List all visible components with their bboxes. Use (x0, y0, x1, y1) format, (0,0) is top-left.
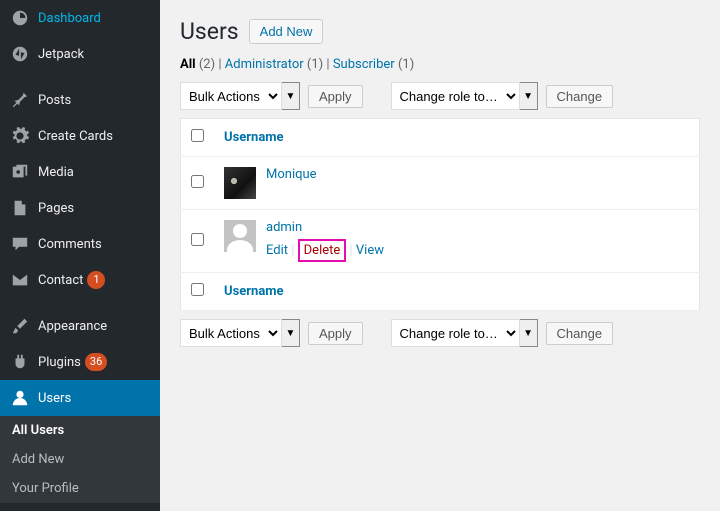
change-role-select[interactable]: Change role to… (391, 319, 520, 347)
chevron-down-icon: ▼ (520, 319, 538, 347)
edit-link[interactable]: Edit (266, 243, 288, 258)
row-actions: Edit | Delete | View (266, 239, 384, 262)
sidebar-item-contact[interactable]: Contact 1 (0, 262, 160, 298)
change-button[interactable]: Change (546, 85, 614, 108)
sidebar-label: Plugins (38, 355, 81, 370)
jetpack-icon (10, 44, 30, 64)
delete-link[interactable]: Delete (298, 239, 347, 262)
sidebar-label: Contact (38, 273, 83, 288)
table-row: Monique (181, 157, 700, 210)
change-button[interactable]: Change (546, 322, 614, 345)
notification-badge: 36 (85, 353, 107, 371)
select-all-checkbox[interactable] (191, 283, 204, 296)
column-username[interactable]: Username (224, 130, 284, 145)
gear-icon (10, 126, 30, 146)
users-submenu: All Users Add New Your Profile (0, 416, 160, 503)
filter-subscriber[interactable]: Subscriber (333, 57, 395, 72)
column-username[interactable]: Username (224, 284, 284, 299)
filter-administrator[interactable]: Administrator (225, 57, 304, 72)
sidebar-item-pages[interactable]: Pages (0, 190, 160, 226)
sidebar-label: Posts (38, 93, 71, 108)
page-icon (10, 198, 30, 218)
admin-sidebar: Dashboard Jetpack Posts Create Cards Med… (0, 0, 160, 511)
tablenav-top: Bulk Actions▼ Apply Change role to…▼ Cha… (180, 82, 700, 110)
chevron-down-icon: ▼ (282, 319, 300, 347)
sidebar-label: Media (38, 165, 74, 180)
pin-icon (10, 90, 30, 110)
change-role-select[interactable]: Change role to… (391, 82, 520, 110)
notification-badge: 1 (87, 271, 105, 289)
avatar (224, 220, 256, 252)
table-row: admin Edit | Delete | View (181, 210, 700, 273)
filter-admin-count: (1) (307, 57, 323, 72)
filter-all-count: (2) (199, 57, 215, 72)
brush-icon (10, 316, 30, 336)
filter-sub-count: (1) (398, 57, 414, 72)
username-link[interactable]: Monique (266, 167, 317, 182)
user-icon (10, 388, 30, 408)
sidebar-label: Dashboard (38, 11, 101, 26)
apply-button[interactable]: Apply (308, 322, 363, 345)
comment-icon (10, 234, 30, 254)
tablenav-bottom: Bulk Actions▼ Apply Change role to…▼ Cha… (180, 319, 700, 347)
sidebar-item-comments[interactable]: Comments (0, 226, 160, 262)
sidebar-label: Users (38, 391, 71, 406)
plugin-icon (10, 352, 30, 372)
avatar (224, 167, 256, 199)
filter-all[interactable]: All (180, 57, 196, 72)
bulk-actions-select[interactable]: Bulk Actions (180, 82, 282, 110)
sidebar-label: Jetpack (38, 47, 84, 62)
page-title: Users (180, 18, 239, 45)
submenu-all-users[interactable]: All Users (0, 416, 160, 445)
sidebar-label: Create Cards (38, 129, 113, 144)
chevron-down-icon: ▼ (520, 82, 538, 110)
sidebar-item-plugins[interactable]: Plugins 36 (0, 344, 160, 380)
sidebar-item-jetpack[interactable]: Jetpack (0, 36, 160, 72)
media-icon (10, 162, 30, 182)
sidebar-item-dashboard[interactable]: Dashboard (0, 0, 160, 36)
sidebar-item-appearance[interactable]: Appearance (0, 308, 160, 344)
row-checkbox[interactable] (191, 175, 204, 188)
mail-icon (10, 270, 30, 290)
submenu-add-new[interactable]: Add New (0, 445, 160, 474)
sidebar-item-posts[interactable]: Posts (0, 82, 160, 118)
apply-button[interactable]: Apply (308, 85, 363, 108)
sidebar-item-media[interactable]: Media (0, 154, 160, 190)
sidebar-item-create-cards[interactable]: Create Cards (0, 118, 160, 154)
sidebar-label: Comments (38, 237, 102, 252)
row-checkbox[interactable] (191, 233, 204, 246)
view-link[interactable]: View (356, 243, 384, 258)
sidebar-item-users[interactable]: Users (0, 380, 160, 416)
chevron-down-icon: ▼ (282, 82, 300, 110)
username-link[interactable]: admin (266, 220, 302, 235)
dashboard-icon (10, 8, 30, 28)
submenu-your-profile[interactable]: Your Profile (0, 474, 160, 503)
main-content: Users Add New All (2) | Administrator (1… (160, 0, 720, 511)
user-filters: All (2) | Administrator (1) | Subscriber… (180, 57, 700, 72)
select-all-checkbox[interactable] (191, 129, 204, 142)
sidebar-label: Appearance (38, 319, 107, 334)
sidebar-label: Pages (38, 201, 74, 216)
add-new-button[interactable]: Add New (249, 19, 324, 44)
users-table: Username Monique admin Edit | (180, 118, 700, 311)
bulk-actions-select[interactable]: Bulk Actions (180, 319, 282, 347)
